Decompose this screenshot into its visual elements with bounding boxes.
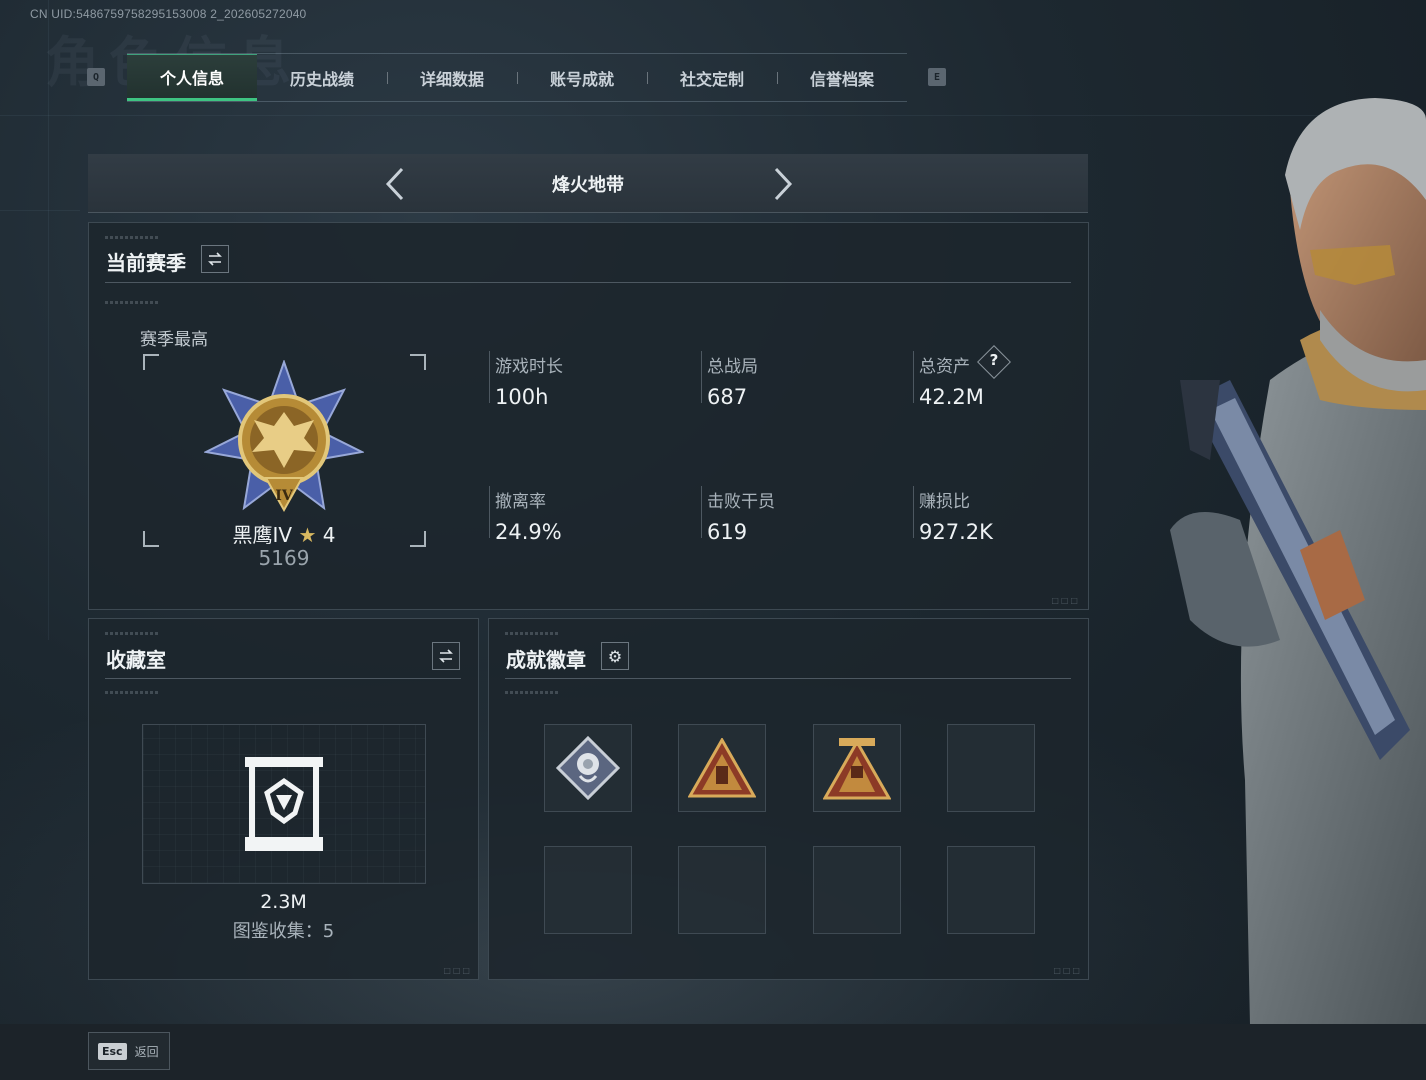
stat-total-assets-label: 总资产 <box>919 357 970 377</box>
esc-key: Esc <box>98 1042 127 1060</box>
panel-decoration <box>505 691 560 694</box>
frame-corner <box>143 531 159 547</box>
panel-decoration <box>505 632 560 635</box>
frame-corner <box>410 531 426 547</box>
corner-decoration: □□□ <box>1051 596 1080 605</box>
collection-title: 收藏室 <box>106 648 166 672</box>
rank-line: 黑鹰IV ★ 4 <box>199 519 369 548</box>
tab-detailed-data[interactable]: 详细数据 <box>387 54 517 101</box>
tab-match-history[interactable]: 历史战绩 <box>257 54 387 101</box>
frame-corner <box>410 354 426 370</box>
bg-grid-line <box>0 210 80 211</box>
stat-divider <box>913 486 914 538</box>
swap-season-button[interactable] <box>201 245 229 273</box>
badge-slot-empty[interactable] <box>678 846 766 934</box>
panel-divider <box>505 678 1071 679</box>
stat-extraction-rate-value: 24.9% <box>495 520 562 544</box>
gear-icon: ⚙ <box>607 646 623 666</box>
season-best-label: 赛季最高 <box>140 330 208 350</box>
badge-slot-empty[interactable] <box>947 846 1035 934</box>
badge-settings-button[interactable]: ⚙ <box>601 642 629 670</box>
help-icon: ? <box>989 351 999 369</box>
chevron-right-icon[interactable] <box>766 166 796 202</box>
tab-prev-key[interactable]: Q <box>87 68 105 86</box>
stat-divider <box>489 351 490 403</box>
rose-badge-icon <box>556 736 620 800</box>
panel-decoration <box>105 691 160 694</box>
stat-profit-ratio-label: 赚损比 <box>919 492 970 512</box>
stat-divider <box>701 351 702 403</box>
badge-slot-empty[interactable] <box>544 846 632 934</box>
tab-label: 信誉档案 <box>809 69 874 89</box>
badges-title: 成就徽章 <box>506 648 586 672</box>
stat-divider <box>913 351 914 403</box>
catalog-count: 图鉴收集：5 <box>232 921 335 942</box>
star-icon: ★ <box>298 523 317 547</box>
swap-collection-button[interactable] <box>432 642 460 670</box>
collection-room-panel: 收藏室 2.3M 图鉴收集：5 □□□ <box>88 618 479 980</box>
badge-slot[interactable] <box>813 724 901 812</box>
rank-stars: 4 <box>322 523 336 547</box>
rank-emblem-icon: IV <box>204 360 364 513</box>
stat-total-matches-label: 总战局 <box>707 357 758 377</box>
tab-reputation-record[interactable]: 信誉档案 <box>777 54 907 101</box>
tab-account-achievements[interactable]: 账号成就 <box>517 54 647 101</box>
stat-profit-ratio-value: 927.2K <box>919 520 993 544</box>
tab-social-customization[interactable]: 社交定制 <box>647 54 777 101</box>
rank-points: 5169 <box>258 546 310 570</box>
stat-total-assets-value: 42.2M <box>919 385 984 409</box>
mode-title: 烽火地带 <box>552 175 624 196</box>
badge-slot[interactable] <box>544 724 632 812</box>
corner-decoration: □□□ <box>1053 966 1082 975</box>
tab-bar: 个人信息 历史战绩 详细数据 账号成就 社交定制 信誉档案 <box>127 53 907 102</box>
panel-decoration <box>105 236 160 239</box>
stat-divider <box>701 486 702 538</box>
stat-divider <box>489 486 490 538</box>
swap-icon <box>208 252 222 266</box>
season-title: 当前赛季 <box>106 251 186 275</box>
panel-decoration <box>105 632 160 635</box>
swap-icon <box>439 649 453 663</box>
tab-label: 社交定制 <box>679 69 744 89</box>
frame-corner <box>143 354 159 370</box>
tab-next-key[interactable]: E <box>928 68 946 86</box>
current-season-panel: 当前赛季 赛季最高 IV 黑鹰IV ★ 4 5169 游戏时长 100h 总战局… <box>88 222 1089 610</box>
tab-label: 个人信息 <box>159 68 224 88</box>
footer-bar <box>0 1024 1426 1080</box>
tab-label: 账号成就 <box>549 69 614 89</box>
stat-extraction-rate-label: 撤离率 <box>495 492 546 512</box>
stat-kills-label: 击败干员 <box>707 492 775 512</box>
tower-triangle-badge-icon <box>823 738 891 800</box>
badge-slot-empty[interactable] <box>813 846 901 934</box>
mode-selector: 烽火地带 <box>88 154 1088 213</box>
player-uid: CN UID:5486759758295153008 2_20260527204… <box>30 7 307 21</box>
stat-kills-value: 619 <box>707 520 748 544</box>
stat-total-matches-value: 687 <box>707 385 748 409</box>
fist-triangle-badge-icon <box>688 738 756 798</box>
rank-name: 黑鹰IV <box>232 523 293 547</box>
panel-divider <box>105 678 461 679</box>
stat-play-time-label: 游戏时长 <box>495 357 563 377</box>
svg-text:IV: IV <box>275 488 294 504</box>
badge-slot[interactable] <box>678 724 766 812</box>
tab-label: 历史战绩 <box>289 69 354 89</box>
panel-decoration <box>105 301 160 304</box>
back-label: 返回 <box>134 1044 159 1059</box>
tab-personal-info[interactable]: 个人信息 <box>127 54 257 101</box>
stat-play-time-value: 100h <box>495 385 549 409</box>
back-button[interactable]: Esc 返回 <box>88 1032 170 1070</box>
tab-label: 详细数据 <box>419 69 484 89</box>
collection-value: 2.3M <box>260 891 307 913</box>
panel-divider <box>105 282 1071 283</box>
corner-decoration: □□□ <box>443 966 472 975</box>
achievement-badges-panel: 成就徽章 ⚙ □□□ <box>488 618 1089 980</box>
display-case-icon <box>245 757 323 851</box>
operator-character-art <box>1170 98 1426 1025</box>
collection-preview[interactable] <box>142 724 426 884</box>
badge-slot-empty[interactable] <box>947 724 1035 812</box>
